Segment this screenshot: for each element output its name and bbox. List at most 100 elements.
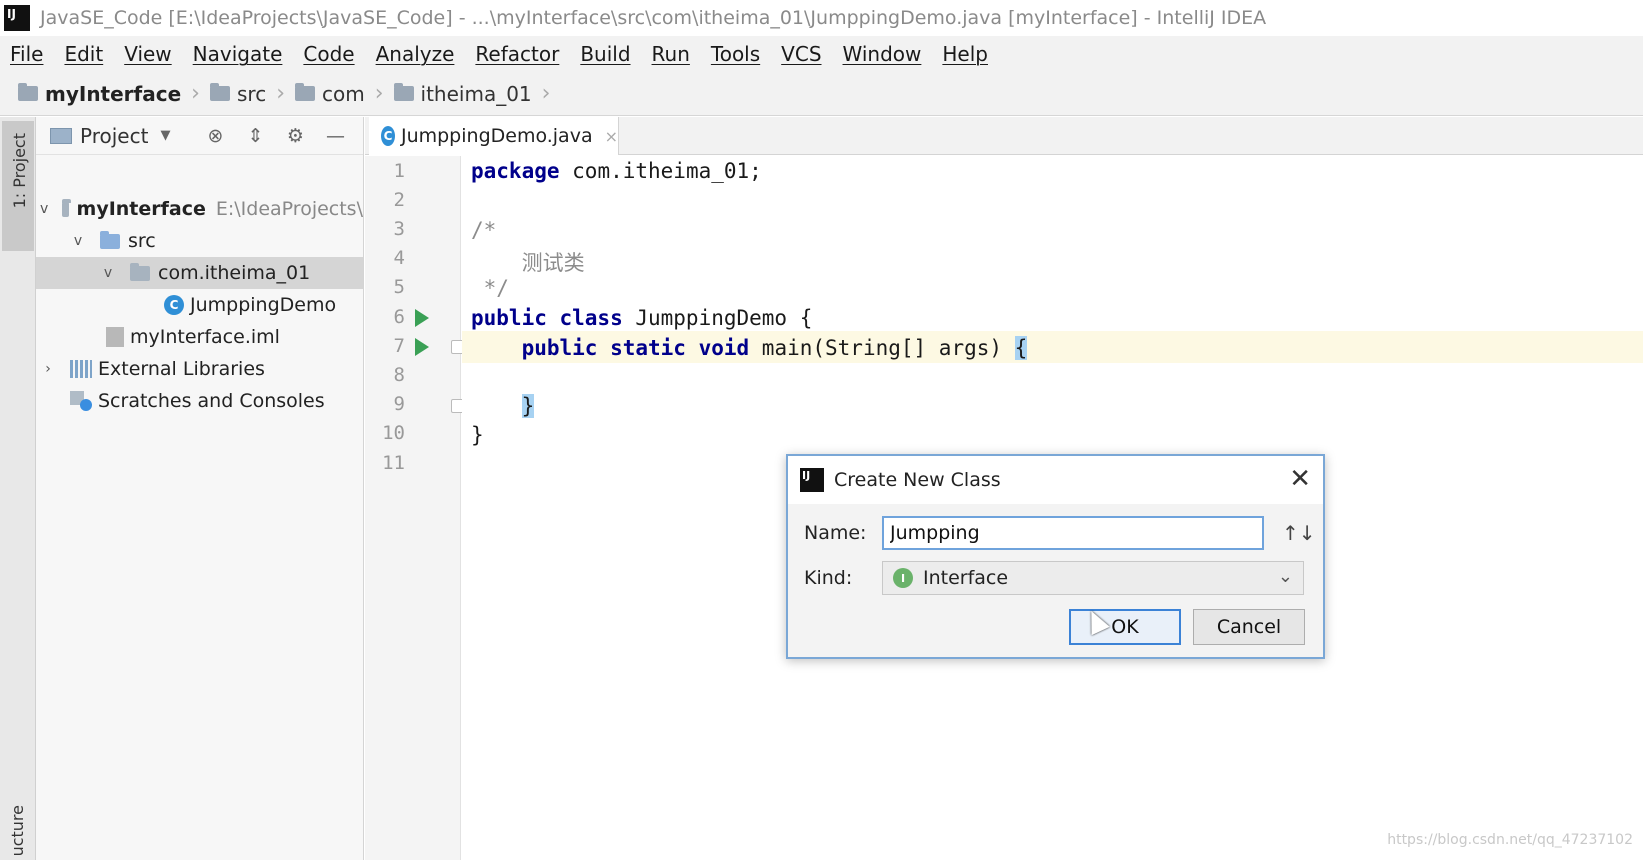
run-main-icon[interactable]: [415, 338, 429, 356]
locate-icon[interactable]: ⊗: [204, 125, 226, 147]
project-panel: Project ▼ ⊗ ⇕ ⚙ — v myInterface E:\IdeaP…: [36, 117, 364, 860]
folder-icon: [295, 83, 315, 101]
code-line-5: */: [471, 276, 509, 300]
chevron-down-icon[interactable]: v: [40, 201, 48, 217]
code-line-10: }: [471, 423, 484, 447]
java-class-icon: C: [164, 295, 184, 315]
breadcrumb-separator-icon: ›: [276, 81, 285, 106]
structure-tool-tab[interactable]: ucture: [8, 805, 27, 856]
chevron-down-icon[interactable]: v: [70, 233, 86, 249]
folder-icon: [393, 83, 414, 101]
sort-icon[interactable]: ↑↓: [1282, 521, 1316, 545]
project-tool-tab[interactable]: 1: Project: [2, 121, 34, 251]
kind-select[interactable]: I Interface ⌄: [882, 561, 1304, 595]
editor-tab-bar: C JumppingDemo.java ×: [365, 117, 1643, 155]
kind-row: Kind: I Interface ⌄: [804, 561, 1304, 595]
cancel-button[interactable]: Cancel: [1193, 609, 1305, 645]
source-folder-icon: [100, 230, 120, 249]
chevron-down-icon[interactable]: ▼: [160, 128, 170, 143]
tree-item-label: JumppingDemo: [190, 294, 337, 316]
menu-window[interactable]: Window: [843, 42, 922, 66]
tree-item-package[interactable]: v com.itheima_01: [36, 257, 363, 289]
code-text: com.itheima_01;: [559, 159, 762, 183]
menu-build[interactable]: Build: [580, 42, 630, 66]
name-label: Name:: [804, 522, 867, 544]
iml-file-icon: [106, 327, 124, 347]
watermark: https://blog.csdn.net/qq_47237102: [1387, 832, 1633, 848]
line-number: 6: [393, 306, 405, 328]
menu-navigate[interactable]: Navigate: [193, 42, 283, 66]
line-number: 9: [393, 393, 405, 415]
intellij-logo-icon: IJ: [4, 5, 30, 31]
menu-run[interactable]: Run: [652, 42, 690, 66]
breadcrumb-item-src[interactable]: src: [209, 82, 266, 106]
interface-icon: I: [893, 568, 913, 588]
project-tool-tab-label: 1: Project: [10, 133, 29, 209]
breadcrumb-separator-icon: ›: [374, 81, 384, 106]
matched-brace: {: [1014, 336, 1028, 360]
class-name-input[interactable]: [882, 516, 1264, 550]
breadcrumb-label: com: [322, 81, 365, 106]
name-row: Name: ↑↓: [804, 516, 1316, 550]
kind-label: Kind:: [804, 567, 853, 589]
tree-item-myinterface[interactable]: v myInterface E:\IdeaProjects\: [36, 193, 363, 225]
line-number: 4: [393, 247, 405, 269]
menu-code[interactable]: Code: [303, 42, 354, 66]
breadcrumb-item-project[interactable]: myInterface: [18, 82, 181, 106]
code-line-1: package com.itheima_01;: [471, 159, 762, 183]
tab-jumppingdemo[interactable]: C JumppingDemo.java ×: [369, 117, 619, 155]
menu-refactor[interactable]: Refactor: [475, 42, 559, 66]
line-number: 11: [382, 452, 405, 474]
chevron-right-icon[interactable]: ›: [40, 361, 56, 377]
tree-item-label: myInterface: [76, 198, 206, 220]
package-icon: [130, 262, 150, 281]
chevron-down-icon[interactable]: v: [100, 265, 116, 281]
menu-edit[interactable]: Edit: [64, 42, 103, 66]
dialog-title-bar: IJ Create New Class: [788, 456, 1323, 504]
line-number: 8: [393, 364, 405, 386]
menu-tools[interactable]: Tools: [711, 42, 760, 66]
tree-item-src[interactable]: v src: [36, 225, 363, 257]
tree-item-external-libraries[interactable]: › External Libraries: [36, 353, 363, 385]
breadcrumb-item-itheima[interactable]: itheima_01: [393, 82, 532, 106]
hide-panel-icon[interactable]: —: [324, 125, 346, 147]
menu-bar: File Edit View Navigate Code Analyze Ref…: [0, 36, 1643, 72]
module-folder-icon: [62, 198, 72, 217]
kind-value: Interface: [923, 567, 1009, 589]
create-new-class-dialog: IJ Create New Class ✕ Name: ↑↓ Kind: I I…: [786, 454, 1325, 659]
line-number: 3: [393, 218, 405, 240]
left-tool-strip: 1: Project ucture: [0, 117, 36, 860]
code-line-6: public class JumppingDemo {: [471, 306, 812, 330]
tree-item-label: myInterface.iml: [130, 326, 280, 348]
project-panel-header: Project ▼ ⊗ ⇕ ⚙ —: [36, 117, 363, 155]
intellij-logo-icon: IJ: [800, 468, 824, 492]
collapse-all-icon[interactable]: ⇕: [244, 125, 266, 147]
chevron-down-icon[interactable]: ⌄: [1278, 566, 1293, 587]
menu-analyze[interactable]: Analyze: [376, 42, 455, 66]
keyword: public static void: [521, 336, 750, 360]
close-icon[interactable]: ×: [605, 127, 618, 146]
tree-item-iml[interactable]: myInterface.iml: [36, 321, 363, 353]
code-line-3: /*: [471, 218, 497, 242]
tree-item-label: Scratches and Consoles: [98, 390, 325, 412]
gear-icon[interactable]: ⚙: [284, 125, 306, 147]
menu-vcs[interactable]: VCS: [781, 42, 821, 66]
run-class-icon[interactable]: [415, 309, 429, 327]
tree-item-path: E:\IdeaProjects\: [215, 198, 363, 220]
breadcrumb-item-com[interactable]: com: [295, 82, 365, 106]
menu-view[interactable]: View: [124, 42, 171, 66]
line-number: 5: [393, 276, 405, 298]
menu-help[interactable]: Help: [942, 42, 988, 66]
tree-item-jumppingdemo[interactable]: C JumppingDemo: [36, 289, 363, 321]
line-number: 10: [382, 422, 405, 444]
menu-file[interactable]: File: [10, 42, 43, 66]
matched-brace: }: [521, 394, 535, 418]
project-view-selector[interactable]: Project: [80, 124, 148, 148]
close-icon[interactable]: ✕: [1289, 464, 1311, 494]
keyword: public class: [471, 306, 623, 330]
keyword: package: [471, 159, 560, 183]
tree-item-scratches[interactable]: Scratches and Consoles: [36, 385, 363, 417]
code-line-9: }: [471, 394, 535, 418]
